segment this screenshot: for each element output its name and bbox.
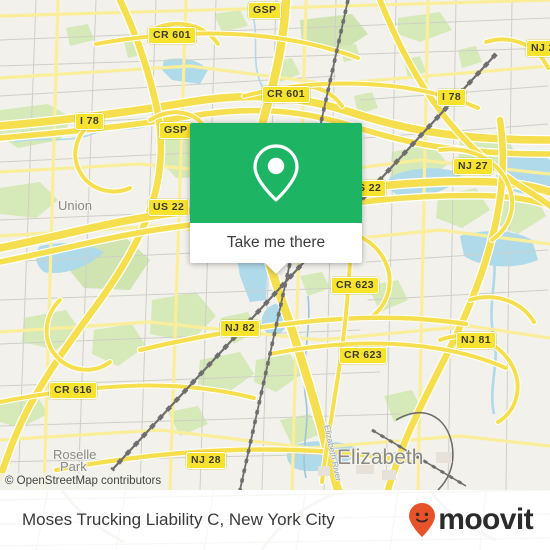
map-canvas[interactable]: .wtr{fill:#AEDAEA} .grn{fill:#D6E9B9} .g… <box>0 0 550 490</box>
moovit-smiley-pin-icon <box>409 503 436 537</box>
place-label-roselle-park: Park <box>60 459 87 474</box>
place-label-union: Union <box>58 198 92 213</box>
moovit-wordmark: moovit <box>438 503 533 536</box>
popup-image-panel <box>190 123 362 223</box>
map-screenshot: .wtr{fill:#AEDAEA} .grn{fill:#D6E9B9} .g… <box>0 0 550 550</box>
popup-tail <box>265 263 287 274</box>
location-popup-card[interactable]: Take me there <box>190 123 362 274</box>
footer-title: Moses Trucking Liability C, New York Cit… <box>22 510 335 529</box>
osm-attribution[interactable]: © OpenStreetMap contributors <box>0 473 168 490</box>
take-me-there-label: Take me there <box>226 234 326 251</box>
take-me-there-button[interactable]: Take me there <box>190 223 362 274</box>
place-label-elizabeth: Elizabeth <box>337 446 424 469</box>
map-pin-icon <box>253 144 299 202</box>
footer-bar: Moses Trucking Liability C, New York Cit… <box>0 490 550 550</box>
moovit-logo[interactable]: moovit <box>407 502 534 538</box>
